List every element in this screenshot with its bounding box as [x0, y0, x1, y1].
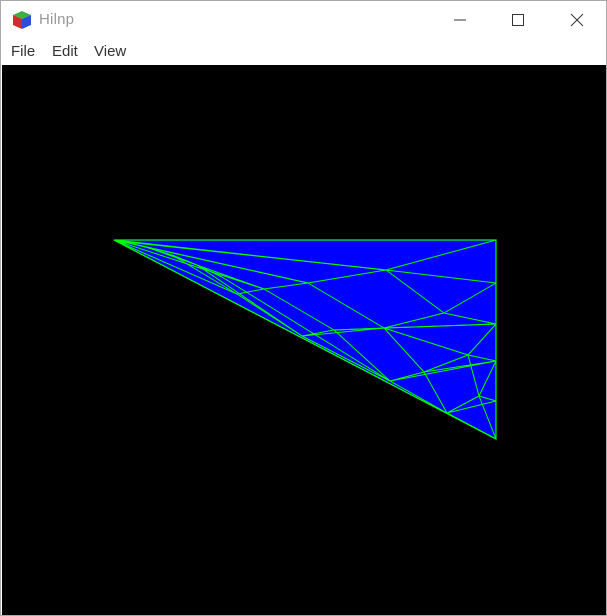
render-viewport[interactable] [2, 65, 606, 615]
title-bar[interactable]: Hilnp [1, 1, 606, 39]
close-button[interactable] [548, 1, 606, 39]
minimize-icon [454, 19, 466, 21]
close-icon [570, 13, 584, 27]
cube-icon [13, 11, 31, 29]
window-title: Hilnp [39, 11, 75, 28]
menu-view[interactable]: View [94, 43, 126, 60]
menu-edit[interactable]: Edit [52, 43, 78, 60]
menu-file[interactable]: File [11, 43, 35, 60]
menu-bar: File Edit View [1, 39, 606, 65]
minimize-button[interactable] [431, 1, 489, 39]
maximize-button[interactable] [489, 1, 547, 39]
triangle-mesh[interactable] [2, 65, 606, 615]
maximize-icon [512, 14, 524, 26]
app-window: Hilnp File Edit View [0, 0, 607, 616]
